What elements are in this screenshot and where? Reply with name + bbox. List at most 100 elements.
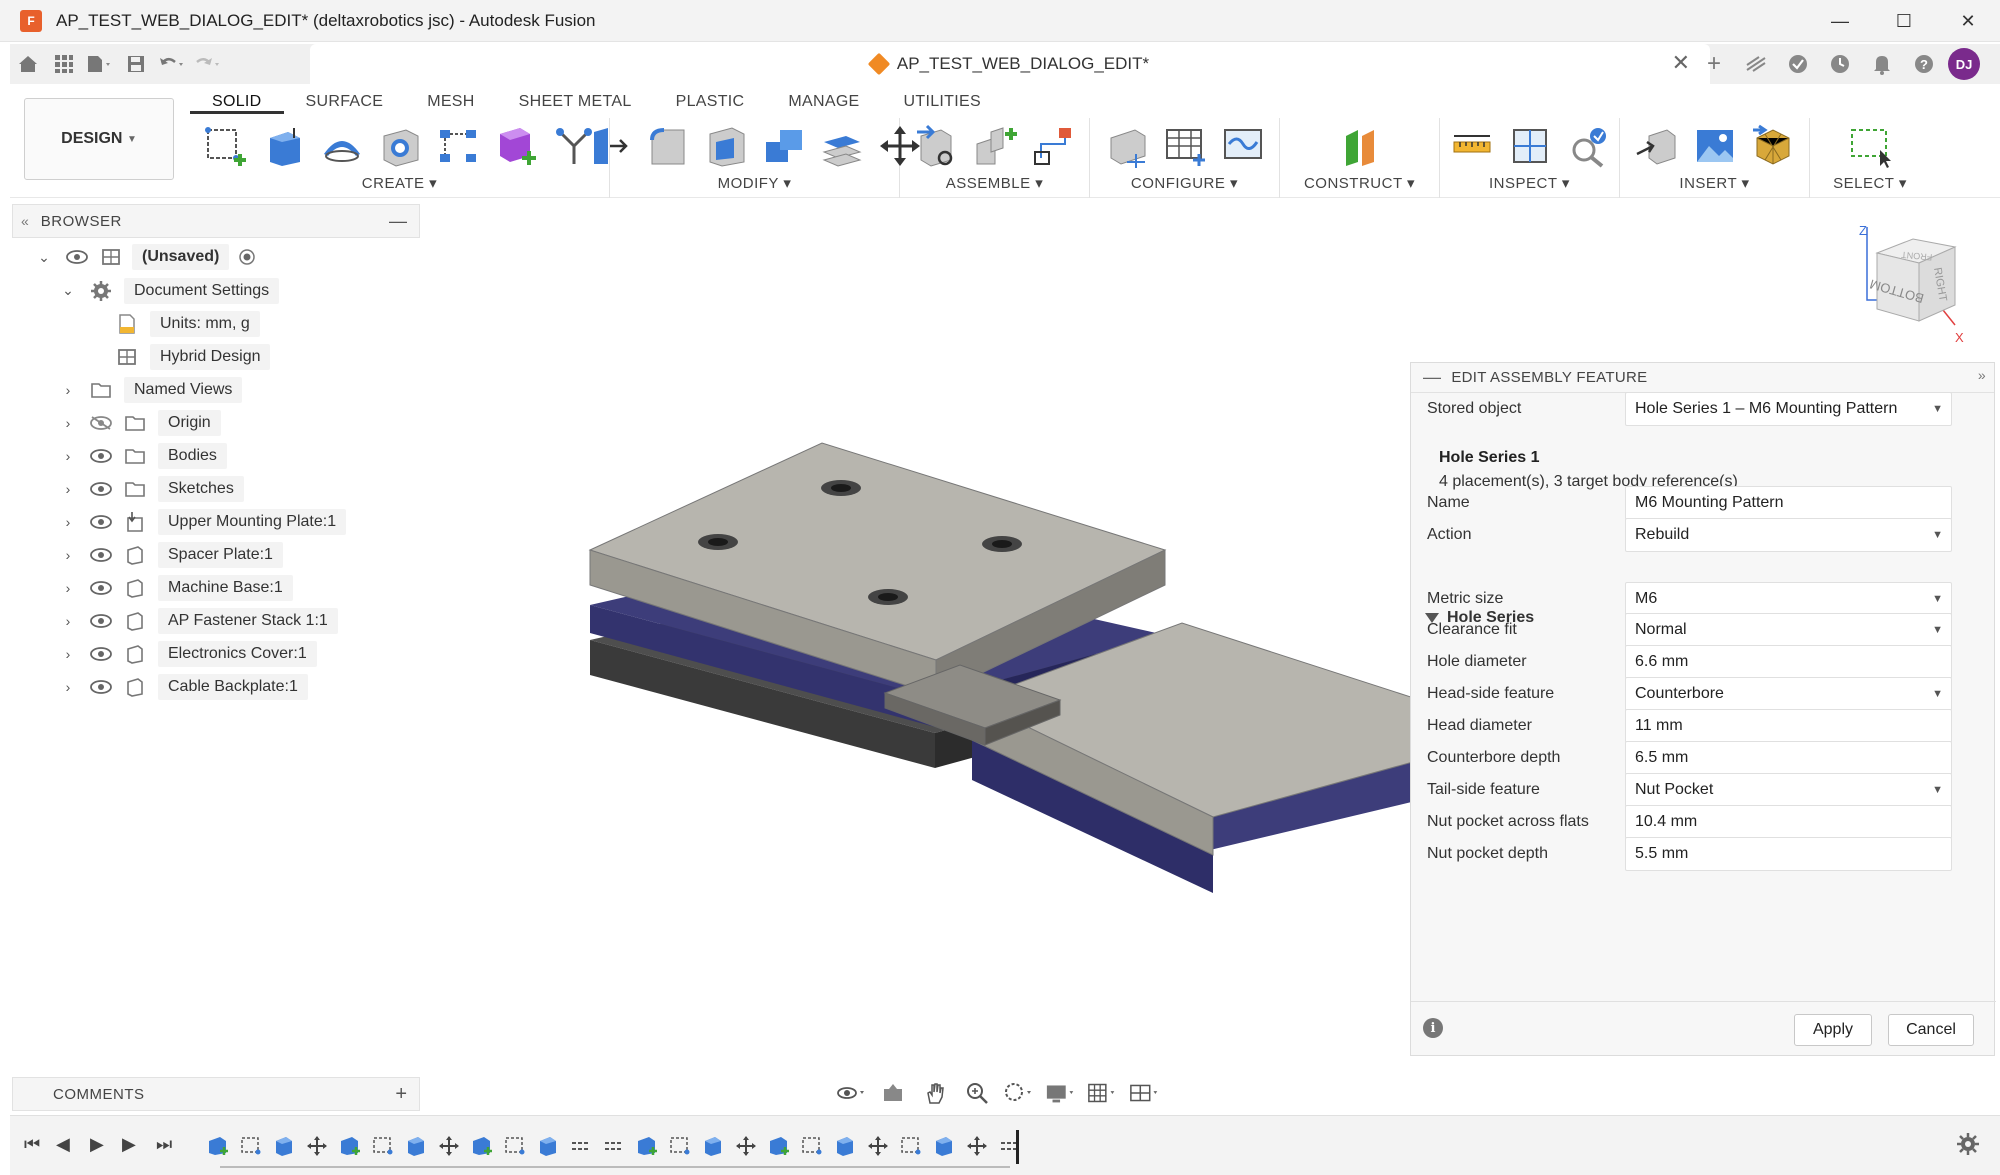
close-tab-icon[interactable]: ✕ xyxy=(1672,50,1690,76)
go-to-start-icon[interactable]: ⏮ xyxy=(24,1134,40,1155)
job-status-icon[interactable] xyxy=(1780,48,1816,80)
tab-sheet-metal[interactable]: SHEET METAL xyxy=(497,90,654,114)
interference-icon[interactable] xyxy=(1564,123,1612,169)
tab-mesh[interactable]: MESH xyxy=(405,90,496,114)
configure-rule-icon[interactable] xyxy=(1219,123,1267,169)
timeline-sketch-icon[interactable] xyxy=(667,1134,693,1158)
add-comment-icon[interactable]: + xyxy=(395,1083,407,1106)
tree-root[interactable]: ⌄ (Unsaved) xyxy=(12,240,432,274)
chevron-right-icon[interactable]: › xyxy=(60,448,76,464)
select-group-label[interactable]: SELECT ▾ xyxy=(1833,174,1907,192)
timeline-component-icon[interactable] xyxy=(337,1134,363,1158)
zoom-icon[interactable] xyxy=(961,1079,993,1107)
chevron-down-icon[interactable]: ⌄ xyxy=(60,282,76,299)
timeline-hole-icon[interactable] xyxy=(568,1134,594,1158)
cancel-button[interactable]: Cancel xyxy=(1888,1014,1974,1046)
orbit-icon[interactable] xyxy=(835,1079,867,1107)
timeline-sketch-icon[interactable] xyxy=(370,1134,396,1158)
timeline-sketch-icon[interactable] xyxy=(898,1134,924,1158)
tree-item-component[interactable]: › Upper Mounting Plate:1 xyxy=(12,505,432,538)
tree-item-origin[interactable]: › Origin xyxy=(12,406,432,439)
as-built-joint-icon[interactable] xyxy=(1029,123,1077,169)
offset-plane-icon[interactable] xyxy=(1336,123,1384,169)
chevron-right-icon[interactable]: › xyxy=(60,514,76,530)
timeline-extrude-icon[interactable] xyxy=(271,1134,297,1158)
timeline-move-icon[interactable] xyxy=(436,1134,462,1158)
chevron-right-icon[interactable]: › xyxy=(60,580,76,596)
chevron-down-icon[interactable]: ⌄ xyxy=(36,249,52,266)
visibility-eye-icon[interactable] xyxy=(90,448,112,463)
combine-icon[interactable] xyxy=(760,123,808,169)
undo-icon[interactable] xyxy=(154,48,190,80)
tree-item-component[interactable]: › AP Fastener Stack 1:1 xyxy=(12,604,432,637)
tree-item-hybrid-design[interactable]: Hybrid Design xyxy=(12,340,432,373)
chevron-right-icon[interactable]: › xyxy=(60,646,76,662)
timeline-marker[interactable] xyxy=(1016,1130,1019,1164)
activate-radio-icon[interactable] xyxy=(238,248,256,266)
timeline-hole-icon[interactable] xyxy=(997,1134,1023,1158)
timeline-sketch-icon[interactable] xyxy=(238,1134,264,1158)
redo-icon[interactable] xyxy=(190,48,226,80)
info-icon[interactable]: i xyxy=(1423,1018,1443,1038)
configuration-table-icon[interactable] xyxy=(1161,123,1209,169)
visibility-eye-icon[interactable] xyxy=(90,481,112,496)
user-avatar[interactable]: DJ xyxy=(1948,48,1980,80)
insert-group-label[interactable]: INSERT ▾ xyxy=(1679,174,1749,192)
step-back-icon[interactable]: ◀ xyxy=(56,1134,70,1155)
comments-panel[interactable]: COMMENTS + xyxy=(12,1077,420,1111)
timeline-move-icon[interactable] xyxy=(964,1134,990,1158)
chevron-right-icon[interactable]: › xyxy=(60,613,76,629)
construct-group-label[interactable]: CONSTRUCT ▾ xyxy=(1304,174,1415,192)
chevron-right-icon[interactable]: › xyxy=(60,481,76,497)
document-tab[interactable]: AP_TEST_WEB_DIALOG_EDIT* ✕ xyxy=(310,44,1710,84)
timeline-extrude-icon[interactable] xyxy=(931,1134,957,1158)
3d-viewport[interactable] xyxy=(430,200,1410,1080)
expand-dialog-icon[interactable]: » xyxy=(1978,367,1986,383)
extrude-icon[interactable] xyxy=(260,123,308,169)
timeline-extrude-icon[interactable] xyxy=(535,1134,561,1158)
help-icon[interactable]: ? xyxy=(1906,48,1942,80)
collapse-browser-icon[interactable]: « xyxy=(21,213,29,229)
apply-button[interactable]: Apply xyxy=(1794,1014,1872,1046)
visibility-eye-icon[interactable] xyxy=(90,580,112,595)
hidden-eye-icon[interactable] xyxy=(90,415,112,430)
pan-hand-icon[interactable] xyxy=(919,1079,951,1107)
tree-item-component[interactable]: › Machine Base:1 xyxy=(12,571,432,604)
revolve-icon[interactable] xyxy=(318,123,366,169)
assemble-group-label[interactable]: ASSEMBLE ▾ xyxy=(946,174,1044,192)
timeline-move-icon[interactable] xyxy=(865,1134,891,1158)
home-icon[interactable] xyxy=(10,48,46,80)
play-icon[interactable]: ▶ xyxy=(90,1134,104,1155)
create-form-icon[interactable] xyxy=(492,123,540,169)
tree-item-component[interactable]: › Spacer Plate:1 xyxy=(12,538,432,571)
tree-item-sketches[interactable]: › Sketches xyxy=(12,472,432,505)
clock-icon[interactable] xyxy=(1822,48,1858,80)
visibility-eye-icon[interactable] xyxy=(66,250,88,264)
step-forward-icon[interactable]: ▶ xyxy=(122,1134,136,1155)
timeline-extrude-icon[interactable] xyxy=(403,1134,429,1158)
pattern-icon[interactable] xyxy=(434,123,482,169)
stored-object-dropdown[interactable]: Hole Series 1 – M6 Mounting Pattern ▼ xyxy=(1625,392,1952,426)
browser-header[interactable]: « BROWSER — xyxy=(12,204,420,238)
inspect-group-label[interactable]: INSPECT ▾ xyxy=(1489,174,1570,192)
timeline-component-icon[interactable] xyxy=(634,1134,660,1158)
tree-item-named-views[interactable]: › Named Views xyxy=(12,373,432,406)
visibility-eye-icon[interactable] xyxy=(90,514,112,529)
section-analysis-icon[interactable] xyxy=(1506,123,1554,169)
go-to-end-icon[interactable]: ⏭ xyxy=(156,1134,172,1155)
viewports-icon[interactable] xyxy=(1129,1079,1161,1107)
joint-icon[interactable] xyxy=(971,123,1019,169)
insert-canvas-icon[interactable] xyxy=(1691,123,1739,169)
timeline-component-icon[interactable] xyxy=(205,1134,231,1158)
timeline-extrude-icon[interactable] xyxy=(700,1134,726,1158)
timeline-move-icon[interactable] xyxy=(733,1134,759,1158)
save-icon[interactable] xyxy=(118,48,154,80)
tab-surface[interactable]: SURFACE xyxy=(284,90,406,114)
collapse-dialog-icon[interactable]: — xyxy=(1423,367,1441,388)
create-sketch-icon[interactable] xyxy=(202,123,250,169)
nut-pocket-depth-input[interactable]: 5.5 mm xyxy=(1625,837,1952,871)
chevron-right-icon[interactable]: › xyxy=(60,679,76,695)
new-tab-plus-icon[interactable]: + xyxy=(1696,48,1732,80)
visibility-eye-icon[interactable] xyxy=(90,613,112,628)
timeline-extrude-icon[interactable] xyxy=(832,1134,858,1158)
